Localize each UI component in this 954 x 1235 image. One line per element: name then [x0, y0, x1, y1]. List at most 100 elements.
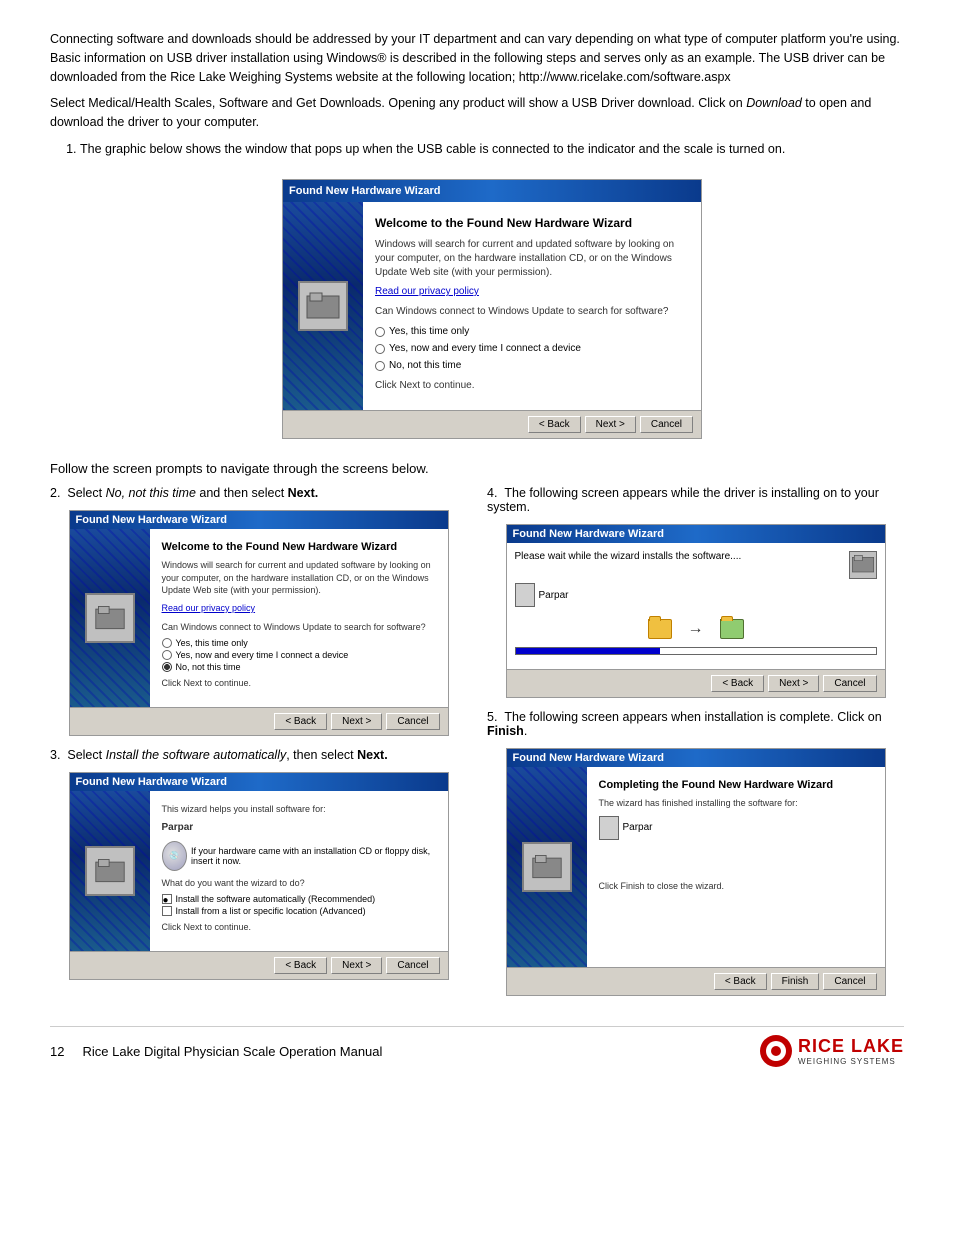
wizard-screenshot-step1: Found New Hardware Wizard Welcome to th — [282, 179, 702, 440]
wizard-icon-5 — [522, 842, 572, 892]
arrow-icon: → — [688, 620, 704, 638]
folder-source — [648, 619, 672, 639]
brand-logo: RICE LAKE WEIGHING SYSTEMS — [760, 1035, 904, 1067]
cancel-btn-4[interactable]: Cancel — [823, 675, 876, 692]
wizard-left-panel-2 — [70, 529, 150, 707]
wizard-body-2: Windows will search for current and upda… — [162, 559, 436, 597]
radio-opt2-3: No, not this time — [162, 662, 436, 672]
completing-heading: Completing the Found New Hardware Wizard — [599, 779, 873, 791]
install-opt-1: ● Install the software automatically (Re… — [162, 894, 436, 904]
wizard-body-text: Windows will search for current and upda… — [375, 238, 689, 280]
radio-circle-1 — [375, 327, 385, 337]
footer-left: 12 Rice Lake Digital Physician Scale Ope… — [50, 1044, 382, 1059]
back-button[interactable]: < Back — [528, 416, 581, 433]
radio-opt2-2: Yes, now and every time I connect a devi… — [162, 650, 436, 660]
radio-circle2-3 — [162, 662, 172, 672]
wizard-footer-5: < Back Finish Cancel — [507, 967, 885, 995]
device-icon-4: Parpar — [515, 583, 877, 607]
wizard-title-bar-4: Found New Hardware Wizard — [507, 525, 885, 543]
back-btn-2[interactable]: < Back — [274, 713, 327, 730]
next-btn-4[interactable]: Next > — [768, 675, 819, 692]
install-animation: → — [515, 619, 877, 639]
install-radio-group: ● Install the software automatically (Re… — [162, 894, 436, 916]
brand-icon — [760, 1035, 792, 1067]
brand-name: RICE LAKE — [798, 1036, 904, 1057]
wizard-heading-2: Welcome to the Found New Hardware Wizard — [162, 541, 436, 553]
wizard-footer-4: < Back Next > Cancel — [507, 669, 885, 697]
step-1: The graphic below shows the window that … — [80, 140, 904, 449]
click-next-text: Click Next to continue. — [375, 379, 689, 393]
wizard-right-panel-2: Welcome to the Found New Hardware Wizard… — [150, 529, 448, 707]
back-btn-4[interactable]: < Back — [711, 675, 764, 692]
wizard-screenshot-step5: Found New Hardware Wizard Completing the… — [506, 748, 886, 996]
radio-circle-3 — [375, 361, 385, 371]
radio-option-2: Yes, now and every time I connect a devi… — [375, 341, 689, 356]
click-next-2: Click Next to continue. — [162, 677, 436, 690]
progress-bar — [515, 647, 877, 655]
device-name-3: Parpar — [162, 821, 436, 835]
wizard-screenshot-step4: Found New Hardware Wizard Please wait wh… — [506, 524, 886, 698]
check-box-1: ● — [162, 894, 172, 904]
step-3-label: 3. Select Install the software automatic… — [50, 748, 467, 762]
wizard-footer-3: < Back Next > Cancel — [70, 951, 448, 979]
radio-circle2-1 — [162, 638, 172, 648]
cd-icon: 💿 If your hardware came with an installa… — [162, 841, 436, 871]
radio-group-2: Yes, this time only Yes, now and every t… — [162, 638, 436, 672]
device-name-4: Parpar — [539, 590, 569, 601]
col-right: 4. The following screen appears while th… — [487, 486, 904, 1006]
wizard-left-panel-3 — [70, 791, 150, 951]
privacy-link-2: Read our privacy policy — [162, 603, 256, 613]
device-icon-5: Parpar — [599, 816, 873, 840]
finish-btn[interactable]: Finish — [771, 973, 820, 990]
wizard-icon — [298, 281, 348, 331]
radio-group: Yes, this time only Yes, now and every t… — [375, 324, 689, 373]
radio-opt2-1: Yes, this time only — [162, 638, 436, 648]
cancel-btn-5[interactable]: Cancel — [823, 973, 876, 990]
step-2-label: 2. Select No, not this time and then sel… — [50, 486, 467, 500]
next-btn-3[interactable]: Next > — [331, 957, 382, 974]
radio-option-3: No, not this time — [375, 358, 689, 373]
two-col-steps: 2. Select No, not this time and then sel… — [50, 486, 904, 1006]
progress-bar-fill — [516, 648, 660, 654]
radio-circle2-2 — [162, 650, 172, 660]
cancel-button[interactable]: Cancel — [640, 416, 693, 433]
privacy-link: Read our privacy policy — [375, 286, 479, 297]
wizard-screenshot-step3: Found New Hardware Wizard This wizard he… — [69, 772, 449, 980]
usb-icon-5 — [599, 816, 619, 840]
brand-sub: WEIGHING SYSTEMS — [798, 1057, 904, 1066]
intro-para2: Select Medical/Health Scales, Software a… — [50, 94, 904, 132]
wizard-title-bar: Found New Hardware Wizard — [283, 180, 701, 203]
intro-para1: Connecting software and downloads should… — [50, 30, 904, 86]
step-4-label: 4. The following screen appears while th… — [487, 486, 904, 514]
wizard-left-panel-5 — [507, 767, 587, 967]
wizard-heading: Welcome to the Found New Hardware Wizard — [375, 214, 689, 232]
wizard-right-panel: Welcome to the Found New Hardware Wizard… — [363, 202, 701, 410]
install-heading: This wizard helps you install software f… — [162, 803, 436, 816]
completing-body: The wizard has finished installing the s… — [599, 797, 873, 810]
folder-dest — [720, 619, 744, 639]
click-finish-text: Click Finish to close the wizard. — [599, 880, 873, 893]
wizard-right-panel-5: Completing the Found New Hardware Wizard… — [587, 767, 885, 967]
wizard-footer: < Back Next > Cancel — [283, 410, 701, 438]
page-number: 12 — [50, 1044, 64, 1059]
wizard-small-icon-4 — [849, 551, 877, 579]
follow-text: Follow the screen prompts to navigate th… — [50, 461, 904, 476]
install-question: What do you want the wizard to do? — [162, 877, 436, 890]
wizard-question: Can Windows connect to Windows Update to… — [375, 305, 689, 319]
manual-title: Rice Lake Digital Physician Scale Operat… — [83, 1044, 383, 1059]
wizard-question-2: Can Windows connect to Windows Update to… — [162, 621, 436, 634]
back-btn-3[interactable]: < Back — [274, 957, 327, 974]
cd-text: If your hardware came with an installati… — [191, 846, 436, 866]
next-button[interactable]: Next > — [585, 416, 636, 433]
cancel-btn-2[interactable]: Cancel — [386, 713, 439, 730]
cancel-btn-3[interactable]: Cancel — [386, 957, 439, 974]
next-btn-2[interactable]: Next > — [331, 713, 382, 730]
back-btn-5[interactable]: < Back — [714, 973, 767, 990]
step-5-label: 5. The following screen appears when ins… — [487, 710, 904, 738]
wizard-body-4: Please wait while the wizard installs th… — [507, 543, 885, 669]
wizard-title-bar-2: Found New Hardware Wizard — [70, 511, 448, 529]
wizard-right-panel-3: This wizard helps you install software f… — [150, 791, 448, 951]
device-name-5: Parpar — [623, 822, 653, 833]
radio-circle-2 — [375, 344, 385, 354]
cd-graphic: 💿 — [162, 841, 187, 871]
